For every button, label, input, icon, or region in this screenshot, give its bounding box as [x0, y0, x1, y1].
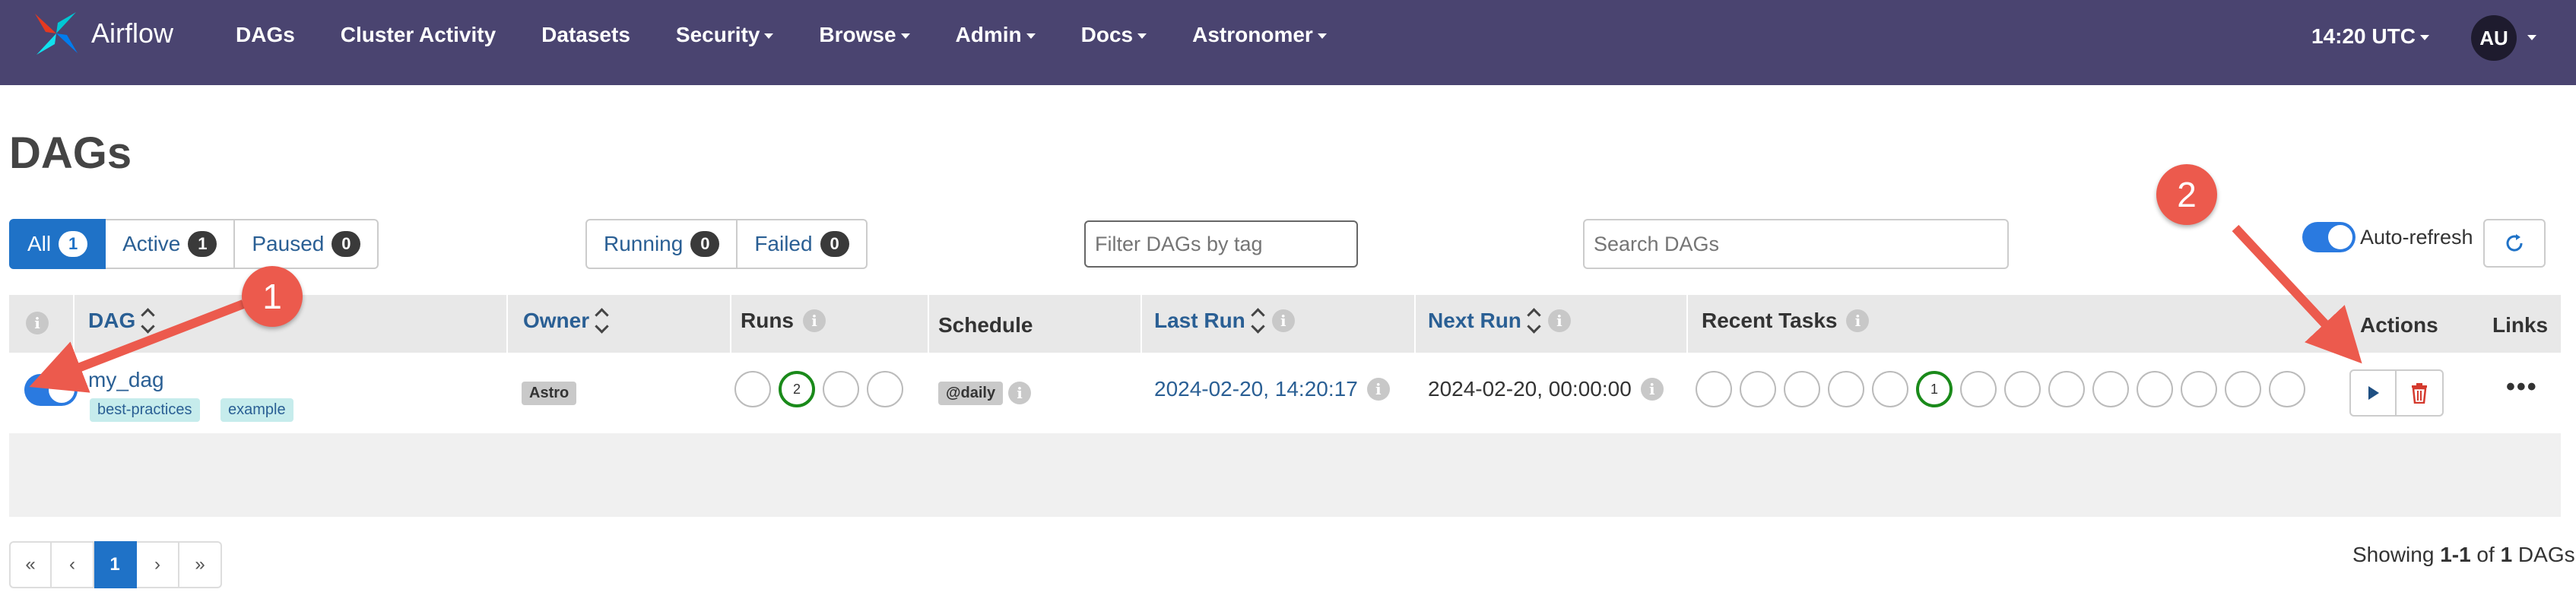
annotation-arrow-2: [2232, 224, 2362, 364]
annotation-marker-2: 2: [2156, 164, 2217, 225]
annotation-marker-1: 1: [242, 266, 303, 327]
annotation-arrow-1: [29, 299, 246, 393]
annotation-arrows: [29, 224, 2362, 393]
